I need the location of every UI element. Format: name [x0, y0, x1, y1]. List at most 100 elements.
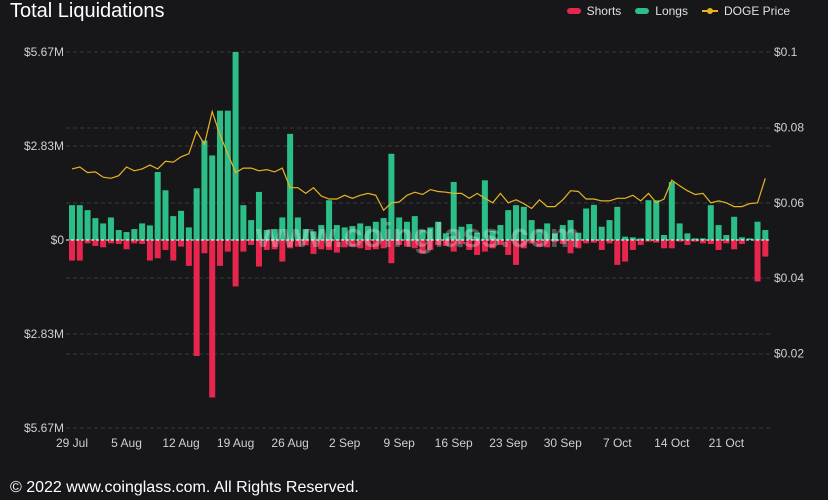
- shorts-bar: [209, 240, 216, 398]
- longs-bar: [146, 225, 153, 240]
- shorts-bar: [232, 240, 239, 287]
- shorts-bar: [178, 240, 185, 247]
- watermark: www.coinglass.com: [255, 217, 580, 255]
- x-tick-label: 30 Sep: [544, 436, 582, 450]
- longs-bar: [131, 229, 138, 240]
- y-left-tick-label: $2.83M: [24, 327, 64, 341]
- longs-bar: [762, 230, 769, 240]
- longs-bar: [668, 181, 675, 240]
- longs-bar: [240, 205, 247, 240]
- doge-price-line: [71, 109, 766, 212]
- shorts-bar: [614, 240, 621, 265]
- longs-bar: [209, 155, 216, 240]
- shorts-bar: [217, 240, 224, 266]
- longs-bar: [653, 200, 660, 240]
- shorts-bar: [139, 240, 146, 244]
- shorts-bar: [193, 240, 200, 357]
- shorts-bar: [146, 240, 153, 261]
- longs-bar: [248, 220, 255, 240]
- y-right-tick-label: $0.1: [774, 45, 798, 59]
- longs-bar: [590, 204, 597, 240]
- x-tick-label: 29 Jul: [56, 436, 88, 450]
- x-tick-label: 19 Aug: [217, 436, 254, 450]
- shorts-bar: [240, 240, 247, 252]
- shorts-bar: [92, 240, 99, 246]
- shorts-bar: [622, 240, 629, 262]
- shorts-bar: [201, 240, 208, 254]
- shorts-bar: [162, 240, 169, 250]
- shorts-bar: [185, 240, 192, 266]
- shorts-bar: [707, 240, 714, 244]
- longs-bar: [754, 221, 761, 240]
- shorts-bar: [637, 240, 644, 245]
- longs-bar: [100, 223, 107, 240]
- shorts-bar: [731, 240, 738, 250]
- y-left-tick-label: $0: [51, 233, 65, 247]
- longs-bar: [92, 218, 99, 240]
- longs-bar: [723, 235, 730, 240]
- shorts-bar: [248, 240, 255, 245]
- shorts-bar: [629, 240, 636, 250]
- shorts-bar: [69, 240, 75, 261]
- x-tick-label: 9 Sep: [384, 436, 416, 450]
- longs-bar: [614, 206, 621, 240]
- shorts-bar: [598, 240, 605, 250]
- x-tick-label: 5 Aug: [111, 436, 142, 450]
- x-tick-label: 21 Oct: [709, 436, 745, 450]
- shorts-bar: [715, 240, 722, 250]
- y-left-tick-label: $5.67M: [24, 421, 64, 435]
- longs-bar: [123, 232, 130, 240]
- shorts-bar: [123, 240, 130, 250]
- longs-bar: [193, 188, 200, 240]
- y-right-tick-label: $0.08: [774, 120, 804, 134]
- footer-copyright: © 2022 www.coinglass.com. All Rights Res…: [10, 479, 359, 496]
- shorts-bar: [754, 240, 761, 282]
- longs-bar: [731, 216, 738, 240]
- longs-bar: [684, 233, 691, 240]
- shorts-bar: [762, 240, 769, 257]
- x-tick-label: 2 Sep: [329, 436, 361, 450]
- shorts-bar: [76, 240, 83, 261]
- longs-bar: [84, 210, 91, 240]
- shorts-bars: [69, 240, 769, 398]
- longs-bar: [69, 205, 75, 240]
- longs-bar: [645, 200, 652, 240]
- shorts-bar: [661, 240, 668, 249]
- liquidations-chart: $5.67M $2.83M $0 $2.83M $5.67M $0.1 $0.08 $0.0…: [24, 45, 804, 450]
- longs-bar: [707, 205, 714, 240]
- shorts-bar: [684, 240, 691, 245]
- longs-bar: [661, 235, 668, 240]
- longs-bar: [583, 208, 590, 240]
- shorts-bar: [170, 240, 177, 261]
- x-tick-label: 23 Sep: [489, 436, 527, 450]
- y-axis-right: $0.1 $0.08 $0.06 $0.04 $0.02: [774, 45, 804, 361]
- x-tick-label: 16 Sep: [435, 436, 473, 450]
- longs-bar: [115, 230, 122, 240]
- longs-bar: [224, 110, 231, 240]
- longs-bar: [598, 226, 605, 240]
- x-axis: 29 Jul 5 Aug 12 Aug 19 Aug 26 Aug 2 Sep 9 Sep 1…: [56, 436, 745, 450]
- shorts-bar: [100, 240, 107, 248]
- y-right-tick-label: $0.06: [774, 196, 804, 210]
- shorts-bar: [738, 240, 745, 244]
- longs-bar: [170, 216, 177, 240]
- y-left-tick-label: $2.83M: [24, 139, 64, 153]
- longs-bar: [107, 217, 114, 240]
- y-right-tick-label: $0.02: [774, 347, 804, 361]
- longs-bar: [201, 140, 208, 240]
- longs-bar: [178, 210, 185, 240]
- longs-bar: [154, 172, 161, 240]
- y-right-tick-label: $0.04: [774, 271, 804, 285]
- longs-bar: [139, 223, 146, 240]
- shorts-bar: [224, 240, 231, 252]
- longs-bar: [606, 220, 613, 240]
- shorts-bar: [668, 240, 675, 249]
- y-axis-left: $5.67M $2.83M $0 $2.83M $5.67M: [24, 45, 64, 435]
- longs-bar: [162, 190, 169, 240]
- x-tick-label: 7 Oct: [603, 436, 632, 450]
- y-left-tick-label: $5.67M: [24, 45, 64, 59]
- x-tick-label: 14 Oct: [654, 436, 690, 450]
- longs-bar: [676, 223, 683, 240]
- longs-bar: [232, 52, 239, 240]
- shorts-bar: [154, 240, 161, 259]
